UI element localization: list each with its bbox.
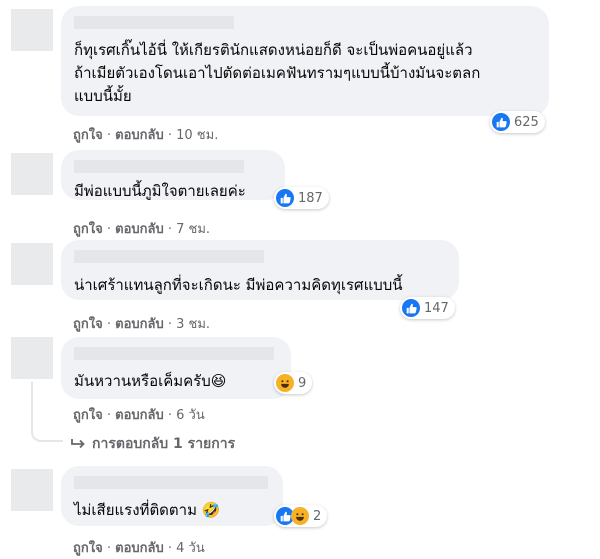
reply-link[interactable]: ตอบกลับ — [115, 128, 164, 143]
comment-actions: ถูกใจ · ตอบกลับ · 3 ชม. — [73, 317, 211, 332]
reply-link[interactable]: ตอบกลับ — [115, 317, 164, 332]
comment-actions: ถูกใจ · ตอบกลับ · 10 ชม. — [73, 128, 219, 143]
avatar[interactable] — [11, 9, 53, 51]
like-icon — [276, 189, 294, 207]
reaction-summary[interactable]: 147 — [400, 297, 455, 319]
comment-bubble: มันหวานหรือเค็มครับ😆 — [61, 337, 291, 399]
avatar[interactable] — [11, 243, 53, 285]
like-icon — [402, 299, 420, 317]
reaction-summary[interactable]: 2 — [274, 505, 328, 527]
comment-bubble: น่าเศร้าแทนลูกที่จะเกิดนะ มีพ่อความคิดทุ… — [61, 240, 459, 300]
comment-bubble: มีพ่อแบบนี้ภูมิใจตายเลยค่ะ — [61, 150, 285, 200]
view-replies-link[interactable]: การตอบกลับ 1 รายการ — [70, 433, 235, 455]
author-name-redacted[interactable] — [74, 250, 264, 263]
comment-actions: ถูกใจ · ตอบกลับ · 7 ชม. — [73, 222, 211, 237]
reaction-count: 9 — [298, 375, 307, 391]
author-name-redacted[interactable] — [74, 347, 274, 360]
comment-text: มีพ่อแบบนี้ภูมิใจตายเลยค่ะ — [74, 182, 246, 200]
like-icon — [492, 113, 510, 131]
avatar[interactable] — [11, 153, 53, 195]
like-link[interactable]: ถูกใจ — [73, 541, 103, 556]
avatar[interactable] — [11, 337, 53, 379]
timestamp[interactable]: 7 ชม. — [176, 222, 210, 237]
author-name-redacted[interactable] — [74, 160, 244, 173]
comment-actions: ถูกใจ · ตอบกลับ · 6 วัน — [73, 408, 205, 423]
comment-text: ก็ทุเรศเกิ๊นไอ้นี่ ให้เกียรตินักแสดงหน่อ… — [74, 41, 481, 105]
comment-actions: ถูกใจ · ตอบกลับ · 4 วัน — [73, 541, 205, 556]
reaction-count: 147 — [424, 300, 449, 316]
like-link[interactable]: ถูกใจ — [73, 222, 103, 237]
like-link[interactable]: ถูกใจ — [73, 128, 103, 143]
comment-text: ไม่เสียแรงที่ติดตาม 🤣 — [74, 501, 221, 519]
avatar[interactable] — [11, 469, 53, 511]
comment-text: น่าเศร้าแทนลูกที่จะเกิดนะ มีพ่อความคิดทุ… — [74, 276, 403, 294]
comment-bubble: ก็ทุเรศเกิ๊นไอ้นี่ ให้เกียรตินักแสดงหน่อ… — [61, 6, 549, 116]
reaction-summary[interactable]: 187 — [274, 187, 329, 209]
reply-link[interactable]: ตอบกลับ — [115, 541, 164, 556]
timestamp[interactable]: 6 วัน — [176, 408, 205, 423]
reaction-summary[interactable]: 9 — [274, 372, 313, 394]
reply-arrow-icon — [71, 439, 85, 449]
comment-text: มันหวานหรือเค็มครับ😆 — [74, 372, 227, 390]
comment-bubble: ไม่เสียแรงที่ติดตาม 🤣 — [61, 466, 283, 526]
like-link[interactable]: ถูกใจ — [73, 317, 103, 332]
reaction-count: 2 — [313, 508, 322, 524]
author-name-redacted[interactable] — [74, 16, 234, 29]
reply-thread-line — [31, 382, 63, 442]
haha-icon — [276, 374, 294, 392]
timestamp[interactable]: 10 ชม. — [176, 128, 218, 143]
timestamp[interactable]: 3 ชม. — [176, 317, 210, 332]
reply-link[interactable]: ตอบกลับ — [115, 222, 164, 237]
like-link[interactable]: ถูกใจ — [73, 408, 103, 423]
timestamp[interactable]: 4 วัน — [176, 541, 205, 556]
haha-icon — [291, 507, 309, 525]
reaction-count: 187 — [298, 190, 323, 206]
reaction-count: 625 — [514, 114, 539, 130]
reaction-summary[interactable]: 625 — [490, 111, 545, 133]
reply-link[interactable]: ตอบกลับ — [115, 408, 164, 423]
author-name-redacted[interactable] — [74, 476, 268, 489]
